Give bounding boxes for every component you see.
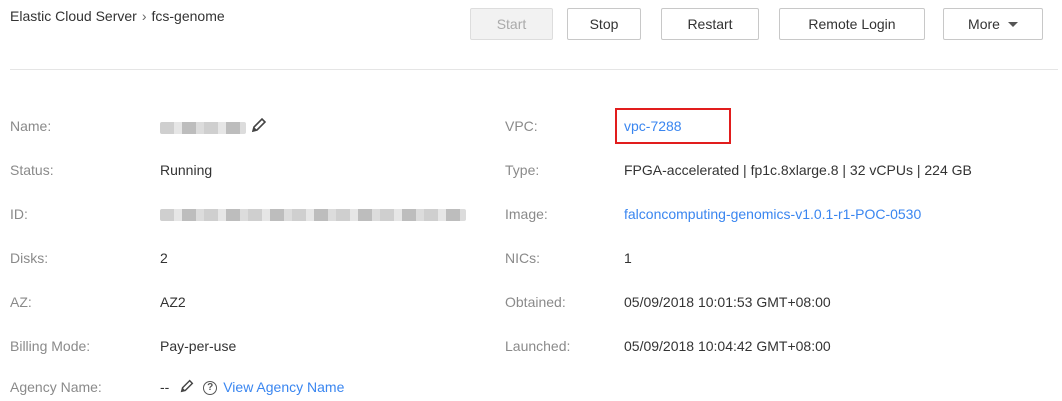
name-redacted bbox=[160, 121, 246, 134]
billing-mode-value: Pay-per-use bbox=[160, 338, 237, 354]
more-button-label: More bbox=[968, 16, 1000, 32]
image-label: Image: bbox=[505, 206, 548, 222]
start-button[interactable]: Start bbox=[470, 8, 553, 40]
id-label: ID: bbox=[10, 206, 28, 222]
disks-label: Disks: bbox=[10, 250, 49, 266]
breadcrumb-root[interactable]: Elastic Cloud Server bbox=[10, 8, 137, 24]
obtained-value: 05/09/2018 10:01:53 GMT+08:00 bbox=[624, 294, 831, 310]
page-header: Elastic Cloud Server › fcs-genome Start St… bbox=[0, 0, 1062, 52]
image-link[interactable]: falconcomputing-genomics-v1.0.1-r1-POC-0… bbox=[624, 204, 921, 224]
id-value bbox=[160, 204, 466, 224]
disks-value: 2 bbox=[160, 250, 168, 266]
status-label: Status: bbox=[10, 162, 54, 178]
pencil-icon[interactable] bbox=[179, 378, 195, 399]
name-value bbox=[160, 116, 268, 136]
az-value: AZ2 bbox=[160, 294, 186, 310]
agency-name-label: Agency Name: bbox=[10, 379, 102, 395]
pencil-icon[interactable] bbox=[250, 116, 268, 139]
type-label: Type: bbox=[505, 162, 540, 178]
agency-value: -- bbox=[160, 379, 170, 395]
vpc-label: VPC: bbox=[505, 118, 538, 134]
type-value: FPGA-accelerated | fp1c.8xlarge.8 | 32 v… bbox=[624, 162, 972, 178]
restart-button[interactable]: Restart bbox=[661, 8, 759, 40]
nics-label: NICs: bbox=[505, 250, 540, 266]
header-divider bbox=[10, 69, 1058, 70]
view-agency-name-link[interactable]: View Agency Name bbox=[223, 379, 344, 395]
az-label: AZ: bbox=[10, 294, 32, 310]
vpc-link[interactable]: vpc-7288 bbox=[624, 116, 682, 136]
billing-mode-label: Billing Mode: bbox=[10, 338, 91, 354]
breadcrumb: Elastic Cloud Server › fcs-genome bbox=[10, 8, 225, 24]
chevron-down-icon bbox=[1007, 22, 1018, 27]
nics-value: 1 bbox=[624, 250, 632, 266]
breadcrumb-separator: › bbox=[141, 8, 147, 24]
stop-button[interactable]: Stop bbox=[567, 8, 641, 40]
help-icon[interactable]: ? bbox=[203, 381, 218, 396]
agency-name-value: -- ? View Agency Name bbox=[160, 377, 344, 397]
status-value: Running bbox=[160, 162, 213, 178]
remote-login-button[interactable]: Remote Login bbox=[779, 8, 925, 40]
name-label: Name: bbox=[10, 118, 52, 134]
more-button[interactable]: More bbox=[943, 8, 1043, 40]
id-redacted bbox=[160, 209, 466, 222]
obtained-label: Obtained: bbox=[505, 294, 566, 310]
launched-value: 05/09/2018 10:04:42 GMT+08:00 bbox=[624, 338, 831, 354]
launched-label: Launched: bbox=[505, 338, 571, 354]
breadcrumb-current: fcs-genome bbox=[151, 8, 225, 24]
